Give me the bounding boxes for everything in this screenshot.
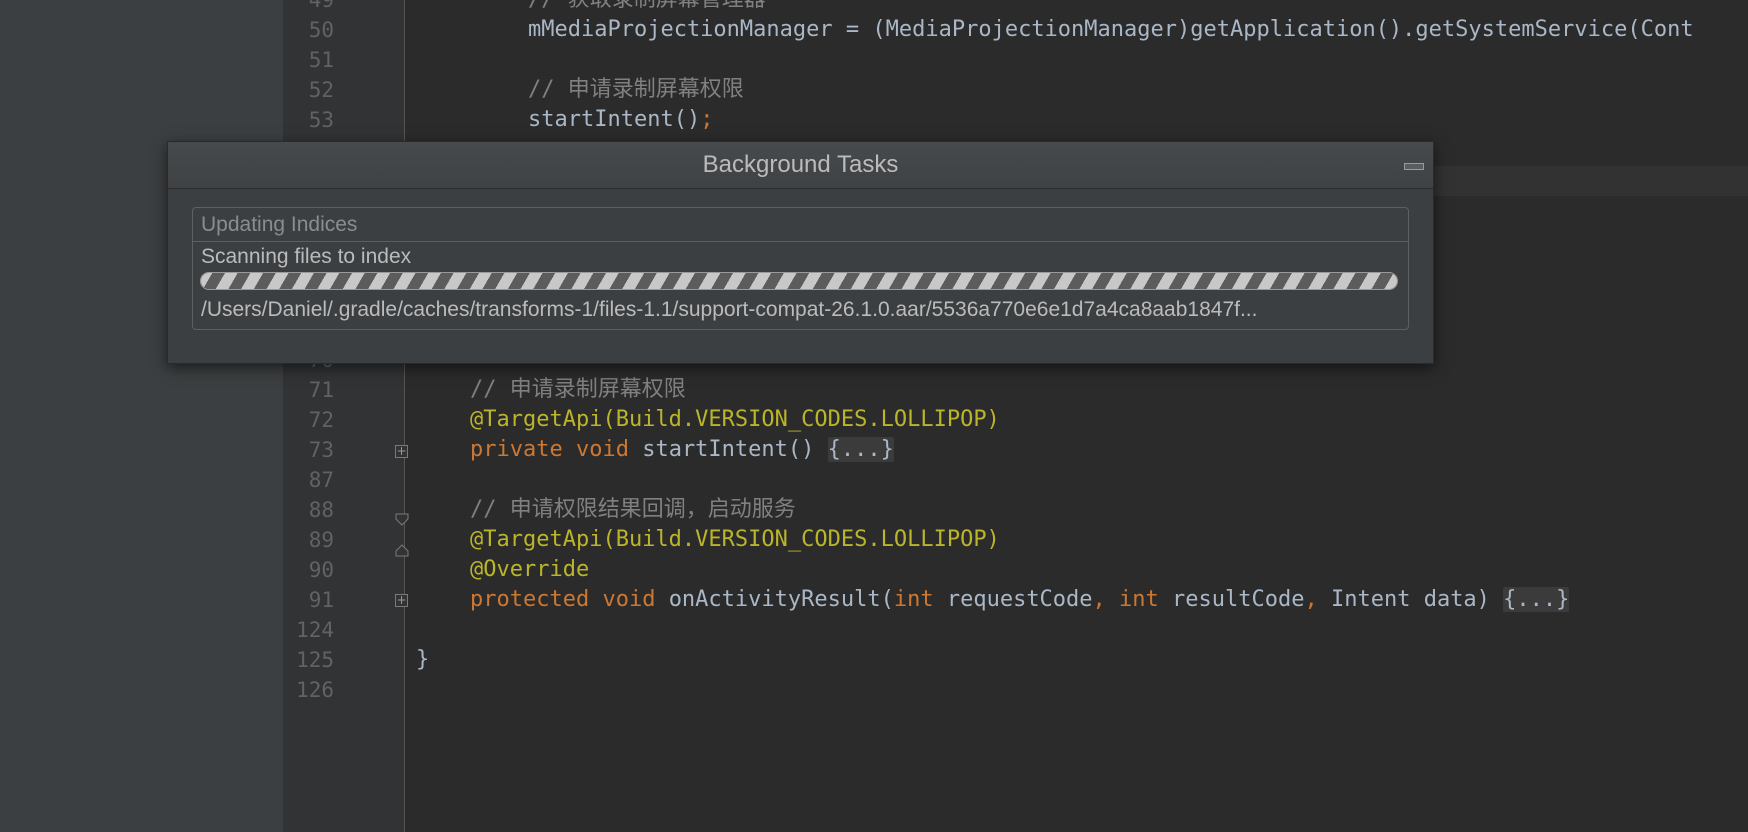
- code-line[interactable]: // 获取录制屏幕管理器: [528, 0, 766, 15]
- code-line[interactable]: mMediaProjectionManager = (MediaProjecti…: [528, 15, 1694, 45]
- project-panel[interactable]: [0, 0, 284, 832]
- code-line[interactable]: // 申请录制屏幕权限: [470, 375, 686, 405]
- line-number: 125: [296, 648, 334, 672]
- code-line[interactable]: private void startIntent() {...}: [470, 435, 894, 465]
- line-number: 90: [308, 558, 334, 582]
- code-token: ,: [1092, 587, 1120, 612]
- expand-fold-icon[interactable]: +: [395, 445, 408, 458]
- fold-end-icon[interactable]: [394, 542, 410, 558]
- line-number: 87: [308, 468, 334, 492]
- line-number: 126: [296, 678, 334, 702]
- code-token: void: [575, 437, 643, 462]
- line-number: 88: [308, 498, 334, 522]
- minimize-button[interactable]: [1404, 163, 1424, 170]
- code-line[interactable]: startIntent();: [528, 105, 713, 135]
- line-number: 71: [308, 378, 334, 402]
- folded-code-block[interactable]: {...}: [827, 437, 894, 462]
- line-number: 91: [308, 588, 334, 612]
- code-token: void: [602, 587, 669, 612]
- progress-bar-stripes: [201, 273, 1397, 289]
- code-line[interactable]: @Override: [470, 555, 589, 585]
- code-line[interactable]: // 申请权限结果回调，启动服务: [470, 495, 796, 525]
- line-number: 50: [308, 18, 334, 42]
- indeterminate-progress-bar: [200, 272, 1398, 290]
- code-token: @TargetApi(Build.VERSION_CODES.LOLLIPOP): [470, 407, 1000, 432]
- line-number: 53: [308, 108, 334, 132]
- task-file-path: /Users/Daniel/.gradle/caches/transforms-…: [201, 298, 1258, 321]
- task-status-text: Scanning files to index: [201, 245, 412, 268]
- code-line[interactable]: // 申请录制屏幕权限: [528, 75, 744, 105]
- code-line[interactable]: }: [416, 645, 429, 675]
- code-line[interactable]: @TargetApi(Build.VERSION_CODES.LOLLIPOP): [470, 405, 1000, 435]
- code-token: int: [1119, 587, 1173, 612]
- code-token: onActivityResult(: [668, 587, 894, 612]
- code-token: // 获取录制屏幕管理器: [528, 0, 766, 12]
- fold-start-icon[interactable]: [394, 512, 410, 528]
- code-token: startIntent(): [528, 107, 701, 132]
- code-token: int: [893, 587, 947, 612]
- ide-window: 49 // 获取录制屏幕管理器 50 mMediaProjectionManager …: [0, 0, 1748, 832]
- task-divider: [193, 241, 1408, 242]
- code-token: ;: [700, 107, 714, 132]
- code-token: requestCode: [946, 587, 1093, 612]
- code-line[interactable]: protected void onActivityResult(int requ…: [470, 585, 1570, 615]
- folded-code-block[interactable]: {...}: [1503, 587, 1570, 612]
- task-header: Updating Indices: [201, 213, 358, 236]
- code-token: resultCode: [1172, 587, 1305, 612]
- line-number: 51: [308, 48, 334, 72]
- code-token: Intent data): [1330, 587, 1504, 612]
- background-tasks-dialog: Background Tasks Updating Indices Scanni…: [167, 141, 1434, 364]
- dialog-title: Background Tasks: [168, 142, 1433, 189]
- expand-fold-icon[interactable]: +: [395, 594, 408, 607]
- code-token: // 申请录制屏幕权限: [470, 377, 686, 402]
- code-line[interactable]: @TargetApi(Build.VERSION_CODES.LOLLIPOP): [470, 525, 1000, 555]
- code-token: mMediaProjectionManager = (MediaProjecti…: [528, 17, 1694, 42]
- line-number: 72: [308, 408, 334, 432]
- line-number: 73: [308, 438, 334, 462]
- code-token: protected: [470, 587, 603, 612]
- line-number: 49: [308, 0, 334, 12]
- code-token: startIntent(): [642, 437, 828, 462]
- code-token: // 申请录制屏幕权限: [528, 77, 744, 102]
- code-token: @Override: [470, 557, 590, 582]
- line-number: 124: [296, 618, 334, 642]
- code-token: ,: [1304, 587, 1331, 612]
- code-token: }: [416, 647, 430, 672]
- line-number: 89: [308, 528, 334, 552]
- code-token: // 申请权限结果回调，启动服务: [470, 497, 796, 522]
- task-panel: Updating Indices Scanning files to index…: [192, 207, 1409, 330]
- code-token: private: [470, 437, 576, 462]
- line-number: 52: [308, 78, 334, 102]
- code-token: @TargetApi(Build.VERSION_CODES.LOLLIPOP): [470, 527, 1000, 552]
